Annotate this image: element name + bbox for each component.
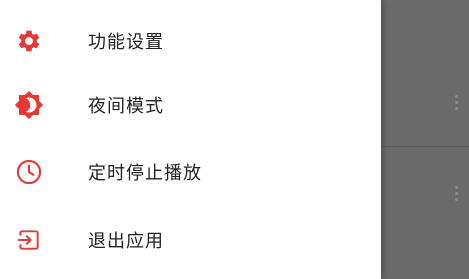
menu-item-label: 夜间模式 <box>88 96 164 117</box>
menu-item-label: 功能设置 <box>88 32 164 53</box>
menu-item-label: 退出应用 <box>88 231 164 252</box>
dimmed-background[interactable] <box>381 0 469 279</box>
menu-item-exit[interactable]: 退出应用 <box>0 207 381 273</box>
clock-icon <box>14 157 44 187</box>
exit-icon <box>14 225 44 255</box>
gear-icon <box>14 26 44 56</box>
menu-item-sleep-timer[interactable]: 定时停止播放 <box>0 139 381 205</box>
brightness-icon <box>14 90 44 120</box>
menu-item-label: 定时停止播放 <box>88 163 202 184</box>
more-options-icon <box>455 95 459 111</box>
list-divider <box>381 146 469 147</box>
menu-item-night-mode[interactable]: 夜间模式 <box>0 72 381 138</box>
more-options-icon <box>455 186 459 202</box>
navigation-drawer: 功能设置 夜间模式 定时停止播放 退出应用 <box>0 0 381 279</box>
menu-item-settings[interactable]: 功能设置 <box>0 8 381 74</box>
